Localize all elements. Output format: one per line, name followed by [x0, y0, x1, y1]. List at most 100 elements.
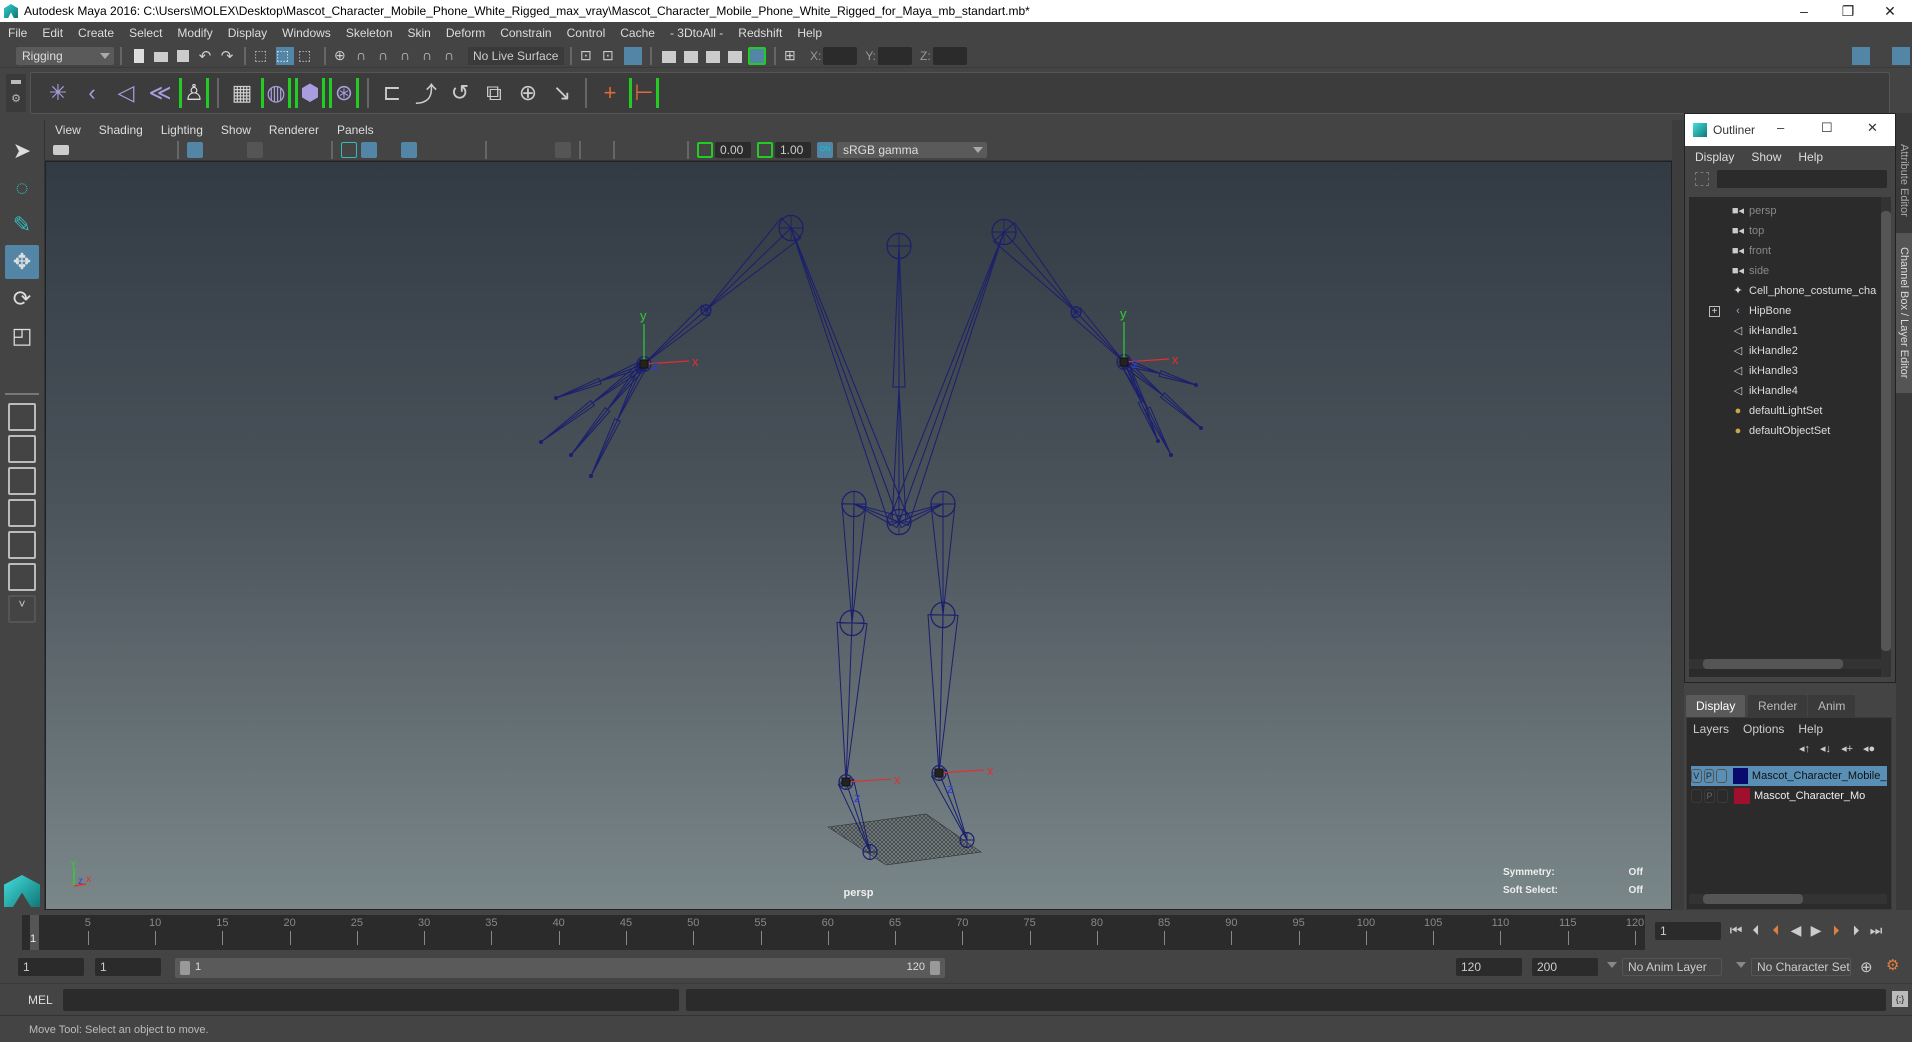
menu-cache[interactable]: Cache: [620, 26, 655, 40]
close-button[interactable]: ✕: [1867, 120, 1878, 136]
chevron-down-icon[interactable]: [1736, 962, 1746, 968]
range-end-handle[interactable]: [930, 961, 940, 975]
grease-pencil-icon[interactable]: [153, 142, 169, 158]
z-field[interactable]: [932, 46, 967, 65]
scrollbar-thumb[interactable]: [1703, 659, 1843, 669]
viewport-persp[interactable]: yxzyxzxzxzyxz Symmetry: Off Soft Select: O…: [45, 161, 1672, 910]
menu-file[interactable]: File: [8, 26, 27, 40]
orient-constraint-icon[interactable]: ↺: [445, 78, 475, 108]
four-view-layout-icon[interactable]: [8, 435, 36, 463]
parent-constraint-icon[interactable]: ⊏: [377, 78, 407, 108]
outliner-item[interactable]: ✦ Cell_phone_costume_cha: [1689, 281, 1887, 301]
render-settings-icon[interactable]: [726, 46, 744, 65]
step-forward-frame-icon[interactable]: ⏵: [1846, 922, 1866, 939]
menu-display[interactable]: Display: [228, 26, 267, 40]
exposure-field[interactable]: 0.00: [715, 142, 751, 158]
step-forward-key-icon[interactable]: ⏵: [1826, 922, 1846, 939]
outliner-item[interactable]: ◁ ikHandle2: [1689, 341, 1887, 361]
range-slider-bar[interactable]: 1 120: [175, 958, 945, 978]
wireframe-on-shaded-icon[interactable]: [401, 142, 417, 158]
lattice-icon[interactable]: ⬢: [295, 78, 325, 108]
go-to-end-icon[interactable]: ⏭: [1866, 922, 1886, 939]
tab-display[interactable]: Display: [1686, 695, 1746, 717]
menu-skin[interactable]: Skin: [408, 26, 431, 40]
menu-deform[interactable]: Deform: [446, 26, 485, 40]
close-button[interactable]: ✕: [1868, 0, 1912, 22]
render-current-icon[interactable]: [682, 46, 700, 65]
select-by-object-icon[interactable]: ⬚: [276, 46, 294, 65]
gate-mask-icon[interactable]: [247, 142, 263, 158]
outliner-menu-display[interactable]: Display: [1695, 150, 1734, 164]
layer-horizontal-scrollbar[interactable]: [1689, 894, 1887, 904]
camera-attributes-icon[interactable]: [73, 142, 89, 158]
color-management-toggle[interactable]: ON: [817, 142, 833, 158]
new-scene-icon[interactable]: [130, 46, 148, 65]
layer-menu-layers[interactable]: Layers: [1693, 722, 1729, 736]
open-scene-icon[interactable]: [152, 46, 170, 65]
depth-of-field-icon[interactable]: [555, 142, 571, 158]
construction-history-icon[interactable]: [624, 46, 642, 65]
layer-menu-help[interactable]: Help: [1798, 722, 1823, 736]
outliner-item[interactable]: ■◂ front: [1689, 241, 1887, 261]
menu-set-dropdown[interactable]: Rigging: [16, 46, 114, 65]
move-layer-down-icon[interactable]: ◂↓: [1820, 742, 1831, 755]
image-plane-icon[interactable]: [113, 142, 129, 158]
layer-row[interactable]: V P Mascot_Character_Mobile_P: [1691, 766, 1887, 786]
lasso-tool-icon[interactable]: ◌: [5, 171, 39, 205]
screen-space-ao-icon[interactable]: [495, 142, 511, 158]
chevron-down-icon[interactable]: [1607, 962, 1617, 968]
ik-handle-icon[interactable]: ‹: [77, 78, 107, 108]
attribute-editor-toggle-icon[interactable]: [1852, 47, 1870, 65]
outliner-menu-help[interactable]: Help: [1798, 150, 1823, 164]
menu-redshift[interactable]: Redshift: [738, 26, 782, 40]
outliner-item[interactable]: ◁ ikHandle4: [1689, 381, 1887, 401]
live-surface-field[interactable]: No Live Surface: [468, 46, 564, 65]
new-layer-from-selected-icon[interactable]: ◂●: [1863, 742, 1875, 755]
outliner-item[interactable]: ■◂ persp: [1689, 201, 1887, 221]
exposure-icon[interactable]: [697, 142, 713, 158]
outliner-item[interactable]: + ‹ HipBone: [1689, 301, 1887, 321]
scale-constraint-icon[interactable]: ⧉: [479, 78, 509, 108]
safe-title-icon[interactable]: [307, 142, 323, 158]
script-editor-icon[interactable]: {;}: [1892, 991, 1908, 1007]
shelf-tabs-toggle[interactable]: ⚙: [6, 74, 26, 112]
layer-display-type-toggle[interactable]: [1717, 789, 1728, 803]
persp-graph-layout-icon[interactable]: [8, 499, 36, 527]
persp-outliner-layout-icon[interactable]: [8, 467, 36, 495]
auto-key-icon[interactable]: ⊕: [1860, 958, 1873, 976]
play-forwards-icon[interactable]: ▶: [1806, 922, 1826, 939]
step-back-frame-icon[interactable]: ⏴: [1746, 922, 1766, 939]
layer-display-type-toggle[interactable]: [1716, 769, 1727, 783]
snap-view-plane-icon[interactable]: ∩: [400, 47, 418, 65]
xray-joints-icon[interactable]: [663, 142, 679, 158]
resolution-gate-icon[interactable]: [227, 142, 243, 158]
play-backwards-icon[interactable]: ◀: [1786, 922, 1806, 939]
single-perspective-layout-icon[interactable]: [8, 403, 36, 431]
redo-icon[interactable]: ↷: [218, 47, 236, 65]
new-empty-layer-icon[interactable]: ◂+: [1841, 742, 1853, 755]
paint-select-tool-icon[interactable]: ✎: [5, 208, 39, 242]
gamma-icon[interactable]: [757, 142, 773, 158]
joint-tool-icon[interactable]: ✳: [43, 78, 73, 108]
hypershade-icon[interactable]: [748, 46, 766, 65]
film-gate-icon[interactable]: [207, 142, 223, 158]
snap-live-icon[interactable]: ∩: [422, 47, 440, 65]
step-back-key-icon[interactable]: ⏴: [1766, 922, 1786, 939]
ik-spline-icon[interactable]: ◁: [111, 78, 141, 108]
anti-aliasing-icon[interactable]: [535, 142, 551, 158]
paint-weights-icon[interactable]: ▦: [227, 78, 257, 108]
scrollbar-thumb[interactable]: [1881, 211, 1891, 651]
isolate-select-icon[interactable]: [589, 142, 605, 158]
outliner-menu-show[interactable]: Show: [1751, 150, 1781, 164]
select-tool-icon[interactable]: ➤: [5, 134, 39, 168]
select-by-hierarchy-icon[interactable]: ⬚: [254, 47, 272, 65]
ipr-render-icon[interactable]: [704, 46, 722, 65]
aim-constraint-icon[interactable]: ⊕: [513, 78, 543, 108]
panel-divider[interactable]: [1672, 120, 1684, 910]
add-influence-icon[interactable]: ⊢: [629, 78, 659, 108]
outliner-horizontal-scrollbar[interactable]: [1689, 659, 1881, 669]
shadows-icon[interactable]: [461, 142, 477, 158]
bookmark-icon[interactable]: [93, 142, 109, 158]
minimize-button[interactable]: –: [1777, 120, 1784, 135]
maximize-button[interactable]: ☐: [1821, 120, 1833, 136]
